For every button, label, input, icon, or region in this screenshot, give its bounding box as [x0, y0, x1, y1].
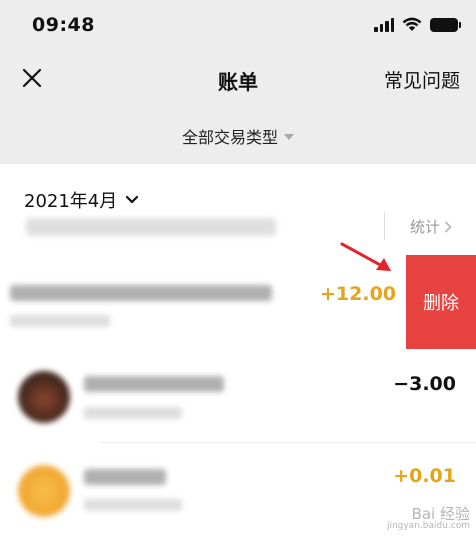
month-label: 2021年4月	[24, 191, 118, 212]
transaction-title-blurred	[10, 285, 272, 301]
transaction-time-blurred	[84, 407, 182, 419]
faq-link[interactable]: 常见问题	[384, 66, 460, 93]
divider	[384, 212, 385, 240]
delete-button[interactable]: 删除	[406, 255, 476, 349]
status-time: 09:48	[32, 14, 95, 36]
status-icons	[374, 17, 461, 32]
header-area: 09:48 账单 常见问题 全部交易类型	[0, 0, 476, 164]
chevron-right-icon	[445, 221, 452, 232]
stats-link[interactable]: 统计	[410, 216, 452, 237]
transaction-type-filter[interactable]: 全部交易类型	[0, 124, 476, 148]
avatar	[18, 371, 70, 423]
transaction-title-blurred	[84, 469, 166, 485]
transaction-row[interactable]: −3.00	[0, 349, 476, 443]
transaction-time-blurred	[10, 315, 110, 327]
transaction-title-blurred	[84, 376, 224, 392]
avatar	[18, 465, 70, 517]
watermark: Bai 经验 jingyan.baidu.com	[387, 506, 470, 532]
watermark-main: Bai 经验	[411, 504, 470, 523]
month-selector[interactable]: 2021年4月	[24, 187, 139, 213]
wifi-icon	[402, 17, 422, 31]
filter-label: 全部交易类型	[181, 128, 278, 147]
battery-icon	[430, 17, 461, 32]
caret-down-icon	[284, 134, 294, 140]
transaction-amount: −3.00	[393, 373, 456, 395]
stats-label: 统计	[410, 218, 441, 236]
transaction-time-blurred	[84, 499, 182, 511]
watermark-sub: jingyan.baidu.com	[386, 521, 470, 532]
signal-icon	[374, 17, 394, 32]
month-summary-blurred	[26, 218, 276, 236]
transaction-row[interactable]: +12.00 删除	[0, 255, 476, 349]
chevron-down-icon	[126, 195, 139, 204]
transaction-amount: +0.01	[393, 465, 456, 487]
transaction-amount: +12.00	[320, 283, 397, 305]
